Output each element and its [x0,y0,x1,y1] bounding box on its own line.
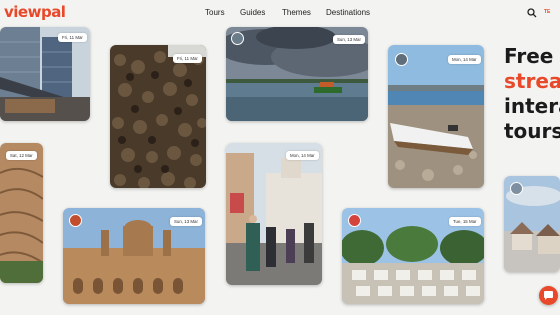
chat-icon [544,291,553,300]
guide-avatar[interactable] [395,53,408,66]
tour-date: Mon, 14 Mar [286,151,319,160]
hero-text-line4: tours [504,119,560,143]
guide-avatar[interactable] [510,182,523,195]
hero-text-free: Free [504,44,560,68]
top-header: viewpal Tours Guides Themes Destinations… [0,0,560,26]
tour-date: Fri, 11 Mar [173,54,202,63]
tour-card-street[interactable]: Mon, 14 Mar [226,143,322,285]
hero-text-line3: intera [504,94,560,118]
tour-card-cemetery[interactable]: Tue, 15 Mar [342,208,484,304]
tour-date: Sun, 13 Mar [333,35,365,44]
hero-text-accent-2: strea [504,69,560,93]
viewpal-logo[interactable]: viewpal [4,3,66,21]
tour-date: Sat, 12 Mar [6,151,37,160]
tour-date: Fri, 11 Mar [58,33,87,42]
tour-card-palace[interactable]: Sun, 13 Mar [63,208,205,304]
tour-card-rowboat[interactable]: Mon, 14 Mar [388,45,484,188]
tour-date: Sun, 13 Mar [170,217,202,226]
tour-card-lake[interactable]: Sun, 13 Mar [226,27,368,121]
search-icon[interactable] [527,8,537,18]
tour-image [0,143,43,283]
tour-image [110,45,206,188]
tour-card-wood[interactable]: Sat, 12 Mar [0,143,43,283]
nav-guides[interactable]: Guides [240,8,282,17]
guide-avatar[interactable] [69,214,82,227]
language-selector[interactable]: TE [544,9,550,15]
tour-image [388,45,484,188]
tour-card-snails[interactable]: Fri, 11 Mar [110,45,206,188]
tour-date: Tue, 15 Mar [449,217,481,226]
guide-avatar[interactable] [231,32,244,45]
tour-card-village[interactable] [504,176,560,272]
nav-themes[interactable]: Themes [282,8,326,17]
main-nav: Tours Guides Themes Destinations [205,8,370,17]
tour-date: Mon, 14 Mar [448,55,481,64]
nav-tours[interactable]: Tours [205,8,240,17]
guide-avatar[interactable] [348,214,361,227]
hero-heading: Free l strea intera tours [504,44,560,144]
tour-card-office[interactable]: Fri, 11 Mar [0,27,90,121]
chat-button[interactable] [539,286,558,305]
tour-image [226,143,322,285]
nav-destinations[interactable]: Destinations [326,8,370,17]
